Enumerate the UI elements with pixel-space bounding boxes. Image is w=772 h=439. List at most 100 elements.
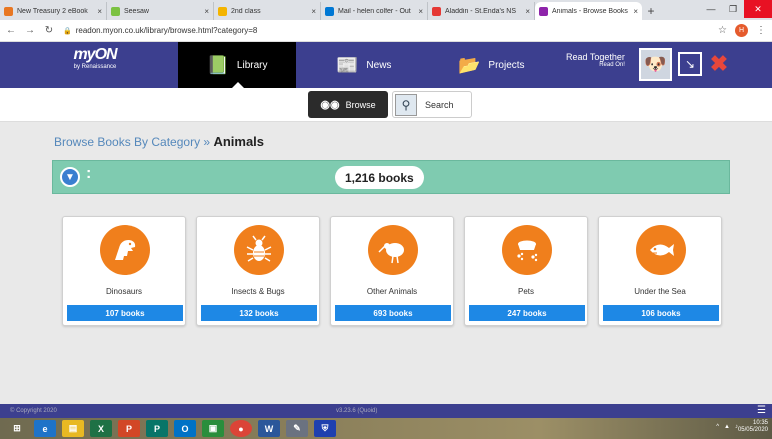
search-button[interactable]: ⚲ Search	[392, 91, 472, 118]
category-count-button[interactable]: 693 books	[335, 305, 451, 321]
chrome-icon[interactable]: ●	[230, 420, 252, 437]
category-card-other-animals[interactable]: Other Animals 693 books	[330, 216, 454, 326]
user-avatar[interactable]: 🐶	[639, 48, 672, 81]
nav-projects[interactable]: 📂 Projects	[458, 42, 525, 88]
tab-close-icon[interactable]: ×	[204, 7, 209, 16]
browser-tab[interactable]: 2nd class ×	[214, 2, 321, 20]
exit-button[interactable]: ↘	[678, 52, 702, 76]
breadcrumb: Browse Books By Category » Animals	[54, 134, 264, 149]
bug-icon	[234, 225, 284, 275]
nav-library-label: Library	[236, 59, 268, 71]
taskbar-clock[interactable]: 10:35 05/05/2020	[738, 420, 768, 434]
category-card-under-the-sea[interactable]: Under the Sea 106 books	[598, 216, 722, 326]
browser-tab[interactable]: Seesaw ×	[107, 2, 214, 20]
browser-tab-active[interactable]: Animals - Browse Books ×	[535, 2, 642, 20]
reload-icon[interactable]: ↻	[41, 25, 57, 36]
category-card-dinosaurs[interactable]: Dinosaurs 107 books	[62, 216, 186, 326]
browser-tab-bar: New Treasury 2 eBook × Seesaw × 2nd class ×…	[0, 0, 772, 20]
category-name: Other Animals	[366, 287, 418, 296]
hamburger-menu-icon[interactable]: ☰	[757, 405, 766, 416]
breadcrumb-root-link[interactable]: Browse Books By Category	[54, 135, 200, 149]
profile-avatar[interactable]: H	[735, 24, 748, 37]
maximize-icon[interactable]: ❐	[722, 0, 744, 18]
search-label: Search	[425, 99, 454, 110]
red-x-icon: ✖	[709, 51, 729, 76]
browser-tab[interactable]: Aladdin - St.Enda's NS ×	[428, 2, 535, 20]
tab-favicon-icon	[539, 6, 548, 16]
browser-tab[interactable]: New Treasury 2 eBook ×	[0, 2, 107, 20]
copyright-text: © Copyright 2020	[10, 408, 57, 414]
nav-news[interactable]: 📰 News	[336, 42, 391, 88]
window-close-icon[interactable]: ✕	[744, 0, 772, 18]
powerpoint-icon[interactable]: P	[118, 420, 140, 437]
tab-close-icon[interactable]: ×	[311, 7, 316, 16]
tab-favicon-icon	[218, 6, 227, 16]
breadcrumb-current: Animals	[213, 134, 265, 149]
filter-icon[interactable]: ▼	[60, 167, 80, 187]
shield-icon[interactable]: ⛨	[314, 420, 336, 437]
category-count-button[interactable]: 107 books	[67, 305, 183, 321]
newspaper-icon: 📰	[336, 54, 359, 75]
outlook-icon[interactable]: O	[174, 420, 196, 437]
tray-chevron-icon[interactable]: ^	[716, 424, 719, 430]
bookmark-star-icon[interactable]: ☆	[718, 25, 727, 36]
tab-favicon-icon	[325, 6, 334, 16]
nav-library[interactable]: 📗 Library	[178, 42, 296, 88]
tab-close-icon[interactable]: ×	[418, 7, 423, 16]
book-icon: 📗	[206, 54, 229, 75]
file-explorer-icon[interactable]: ▤	[62, 420, 84, 437]
tab-close-icon[interactable]: ×	[525, 7, 530, 16]
store-icon[interactable]: ▣	[202, 420, 224, 437]
minimize-icon[interactable]: —	[700, 0, 722, 18]
category-cards: Dinosaurs 107 books Insects & Bugs 132 b…	[62, 216, 722, 326]
new-tab-button[interactable]: +	[642, 2, 660, 20]
windows-start-icon[interactable]: ⊞	[6, 420, 28, 437]
browse-content: Browse Books By Category » Animals ▼ : 1…	[0, 122, 772, 404]
category-card-pets[interactable]: Pets 247 books	[464, 216, 588, 326]
tab-favicon-icon	[4, 6, 13, 16]
tab-favicon-icon	[111, 6, 120, 16]
main-navigation: myON by Renaissance 📗 Library 📰 News 📂 P…	[0, 42, 772, 88]
tab-close-icon[interactable]: ×	[633, 7, 638, 16]
clock-time: 10:35	[752, 420, 768, 426]
myon-logo[interactable]: myON by Renaissance	[60, 46, 130, 84]
tab-label: Mail - helen colfer - Out	[338, 7, 411, 15]
browser-tab[interactable]: Mail - helen colfer - Out ×	[321, 2, 428, 20]
word-icon[interactable]: W	[258, 420, 280, 437]
windows-taskbar: ⊞ e ▤ X P P O ▣ ● W ✎ ⛨ ^ ▲ ♪ 10:35 05/0…	[0, 418, 772, 439]
tab-label: New Treasury 2 eBook	[17, 7, 88, 15]
tab-close-icon[interactable]: ×	[97, 7, 102, 16]
category-count-button[interactable]: 247 books	[469, 305, 585, 321]
pet-bowl-icon	[502, 225, 552, 275]
library-subnav: ◉◉ Browse ⚲ Search	[0, 88, 772, 122]
app-icon[interactable]: ✎	[286, 420, 308, 437]
tab-label: 2nd class	[231, 7, 261, 15]
read-together-link[interactable]: Read Together Read On!	[566, 52, 625, 68]
read-on-label: Read On!	[599, 62, 625, 68]
publisher-icon[interactable]: P	[146, 420, 168, 437]
category-count-button[interactable]: 132 books	[201, 305, 317, 321]
binoculars-icon: ◉◉	[320, 99, 340, 111]
excel-icon[interactable]: X	[90, 420, 112, 437]
logout-close-button[interactable]: ✖	[706, 50, 732, 78]
menu-kebab-icon[interactable]: ⋮	[756, 25, 766, 36]
folder-pencil-icon: 📂	[458, 54, 481, 75]
edge-browser-icon[interactable]: e	[34, 420, 56, 437]
network-icon[interactable]: ▲	[724, 424, 730, 430]
browse-label: Browse	[345, 99, 376, 110]
clock-date: 05/05/2020	[737, 427, 768, 433]
back-arrow-icon[interactable]: ←	[3, 25, 19, 36]
forward-arrow-icon[interactable]: →	[22, 25, 38, 36]
browse-button[interactable]: ◉◉ Browse	[308, 91, 388, 118]
filter-menu-dots[interactable]: :	[86, 165, 91, 183]
category-card-insects-bugs[interactable]: Insects & Bugs 132 books	[196, 216, 320, 326]
lock-icon: 🔒	[63, 27, 72, 35]
kiwi-bird-icon	[368, 225, 418, 275]
url-field[interactable]: 🔒 readon.myon.co.uk/library/browse.html?…	[63, 26, 718, 35]
category-count-button[interactable]: 106 books	[603, 305, 719, 321]
system-tray: ^ ▲ ♪ 10:35 05/05/2020	[711, 420, 768, 434]
category-name: Under the Sea	[634, 287, 686, 296]
page-footer: © Copyright 2020 v3.23.6 (Quoid) ☰	[0, 404, 772, 418]
breadcrumb-separator: »	[203, 135, 211, 149]
nav-news-label: News	[366, 59, 392, 71]
